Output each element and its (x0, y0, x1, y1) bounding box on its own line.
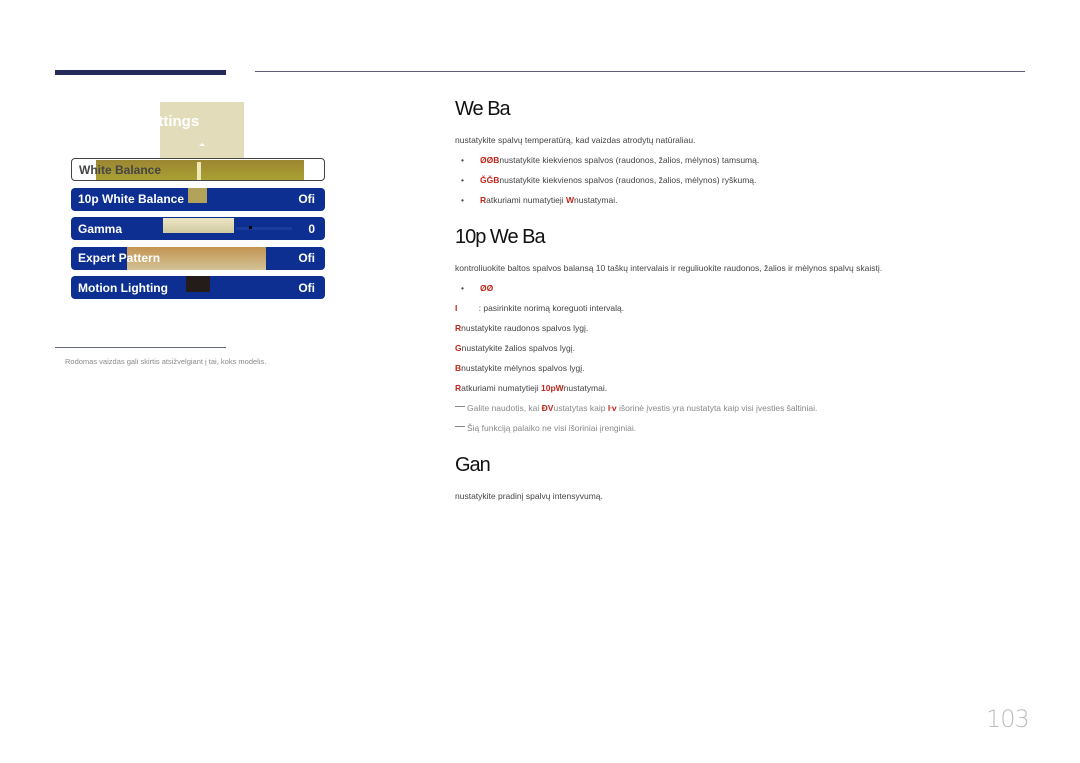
header-rule-thick (55, 70, 226, 75)
list-item: ØØ (455, 278, 1025, 298)
list-item-text: nustatykite kiekvienos spalvos (raudonos… (499, 155, 760, 165)
header-rule-thin (255, 71, 1025, 72)
sub-line-text: atkuriami numatytieji (461, 383, 541, 393)
sub-line: Rnustatykite raudonos spalvos lygį. (455, 318, 1025, 338)
osd-item-label: Expert Pattern (78, 251, 161, 265)
paragraph: nustatykite pradinį spalvų intensyvumą. (455, 491, 603, 501)
sub-line: Ratkuriami numatytieji 10pWnustatymai. (455, 378, 1025, 398)
osd-menu: White Balance 10p White Balance Ofi Gamm… (71, 158, 325, 306)
sub-line: Gnustatykite žalios spalvos lygį. (455, 338, 1025, 358)
sub-line-text: nustatykite mėlynos spalvos lygį. (461, 363, 585, 373)
osd-item-10p-white-balance[interactable]: 10p White Balance Ofi (71, 187, 325, 211)
osd-item-value: Ofi (298, 280, 315, 295)
sub-line-text: nustatykite raudonos spalvos lygį. (461, 323, 589, 333)
list-item: Ratkuriami numatytieji Wnustatymai. (455, 190, 1025, 210)
osd-item-value: Ofi (298, 192, 315, 206)
list-item: ØØBnustatykite kiekvienos spalvos (raudo… (455, 150, 1025, 170)
list-item-text: nustatymai. (574, 195, 618, 205)
paragraph: kontroliuokite baltos spalvos balansą 10… (455, 263, 883, 273)
note: Galite naudotis, kai ĐVustatytas kaip ŀv… (455, 398, 1025, 418)
osd-header (160, 102, 244, 158)
osd-item-motion-lighting[interactable]: Motion Lighting Ofi (71, 276, 325, 299)
footnote-rule (55, 347, 226, 348)
overlay-artifact (186, 276, 210, 292)
key-label: ĐV (541, 403, 554, 413)
key-label: W (565, 195, 575, 205)
section-heading-10p-white-balance: 10p We Ba (455, 226, 546, 248)
up-arrow-icon (199, 143, 205, 146)
osd-item-value: 0 (308, 221, 315, 236)
osd-item-white-balance[interactable]: White Balance (71, 158, 325, 181)
paragraph: nustatykite spalvų temperatūrą, kad vaiz… (455, 135, 696, 145)
overlay-artifact (197, 162, 201, 180)
key-label: ĞĞB (480, 175, 500, 185)
overlay-artifact (188, 187, 207, 203)
key-label: ØØ (480, 283, 494, 293)
page-number: 103 (986, 705, 1030, 733)
overlay-artifact (163, 218, 234, 233)
list-item-text: atkuriami numatytieji (486, 195, 566, 205)
sub-line-text: : pasirinkite norimą koreguoti intervalą… (457, 303, 625, 313)
content-column: We Ba nustatykite spalvų temperatūrą, ka… (455, 98, 1025, 506)
sub-line: I : pasirinkite norimą koreguoti interva… (455, 298, 1025, 318)
osd-item-label: White Balance (79, 162, 162, 177)
gamma-slider-handle[interactable] (249, 226, 252, 229)
sub-line-text: nustatykite žalios spalvos lygį. (461, 343, 576, 353)
key-label: ØØB (480, 155, 500, 165)
osd-item-label: 10p White Balance (78, 192, 185, 206)
sub-line-text: nustatymai. (563, 383, 608, 393)
list-item: ĞĞBnustatykite kiekvienos spalvos (raudo… (455, 170, 1025, 190)
note-text: ustatytas kaip (553, 403, 608, 413)
footnote: Rodomas vaizdas gali skirtis atsižvelgia… (65, 357, 267, 366)
section-heading-gamma: Gan (455, 454, 491, 476)
osd-item-value: Ofi (298, 251, 315, 265)
note: Šią funkciją palaiko ne visi išoriniai į… (455, 418, 1025, 438)
osd-item-expert-pattern[interactable]: Expert Pattern Ofi (71, 246, 325, 270)
note-text: Galite naudotis, kai (467, 403, 542, 413)
osd-item-label: Motion Lighting (78, 280, 168, 295)
note-text: Šią funkciją palaiko ne visi išoriniai į… (467, 423, 637, 433)
gamma-slider-track[interactable] (236, 227, 292, 230)
note-text: išorinė įvestis yra nustatyta kaip visi … (616, 403, 818, 413)
list-item-text: nustatykite kiekvienos spalvos (raudonos… (499, 175, 757, 185)
key-label: 10pW (540, 383, 564, 393)
osd-item-label: Gamma (78, 221, 123, 236)
osd-title: ettings (150, 113, 200, 130)
key-label: G (455, 343, 462, 353)
sub-line: Bnustatykite mėlynos spalvos lygį. (455, 358, 1025, 378)
osd-item-gamma[interactable]: Gamma 0 (71, 217, 325, 240)
key-label: ŀv (607, 403, 617, 413)
section-heading-white-balance: We Ba (455, 98, 511, 120)
